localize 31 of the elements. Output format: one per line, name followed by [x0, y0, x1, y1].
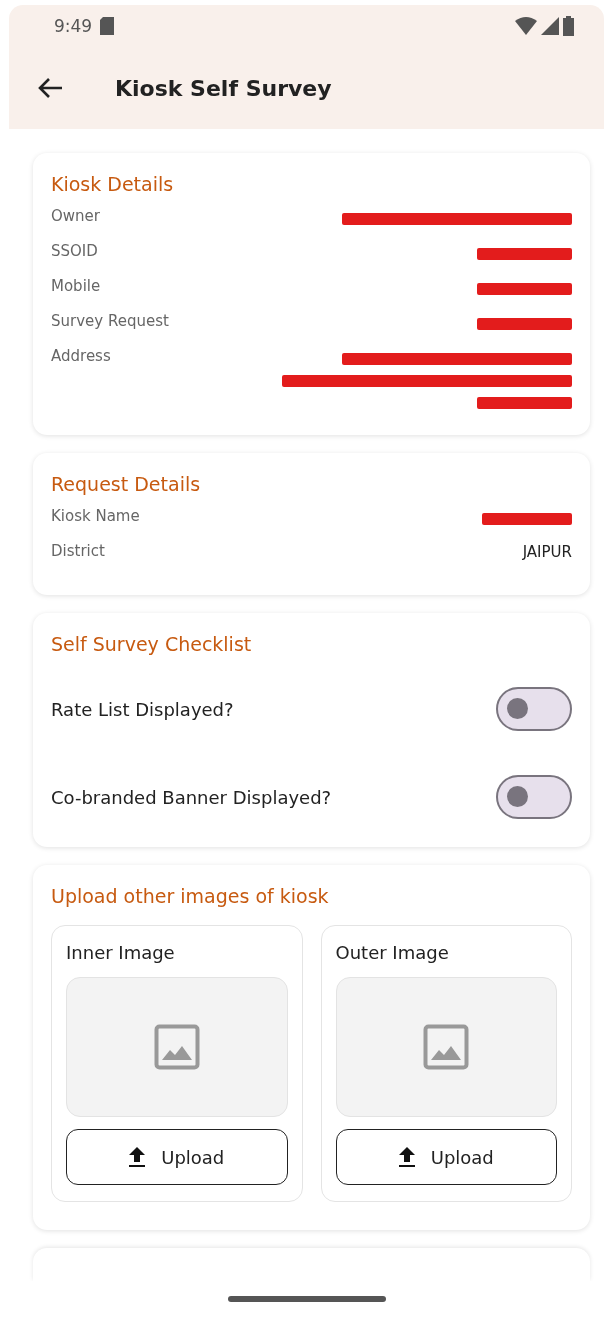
status-time: 9:49 — [54, 16, 93, 36]
field-label: SSOID — [51, 241, 98, 260]
checklist-label: Co-branded Banner Displayed? — [51, 786, 332, 808]
upload-icon — [398, 1147, 415, 1167]
sd-card-icon — [100, 17, 115, 35]
toggle-switch[interactable] — [496, 687, 572, 731]
image-placeholder-icon — [423, 1024, 470, 1070]
upload-icon — [129, 1147, 146, 1167]
wifi-icon — [515, 17, 537, 35]
signal-icon — [541, 17, 559, 35]
image-placeholder-icon — [153, 1024, 200, 1070]
toggle-switch[interactable] — [496, 775, 572, 819]
battery-icon — [563, 16, 574, 36]
upload-button[interactable]: Upload — [335, 1129, 557, 1185]
checklist-label: Rate List Displayed? — [51, 698, 234, 720]
field-value: JAIPUR — [522, 542, 572, 561]
section-title: Self Survey Checklist — [51, 633, 253, 655]
field-label: Kiosk Name — [51, 506, 140, 525]
back-button[interactable] — [37, 77, 63, 99]
field-label: Survey Request — [51, 311, 169, 330]
upload-button[interactable]: Upload — [66, 1129, 288, 1185]
section-title: Request Details — [51, 473, 202, 495]
image-label: Inner Image — [66, 942, 176, 963]
field-label: Mobile — [51, 276, 101, 295]
section-title: Kiosk Details — [51, 173, 175, 195]
field-label: Address — [51, 346, 111, 365]
field-label: Owner — [51, 206, 100, 225]
field-label: District — [51, 541, 105, 560]
screen-title: Kiosk Self Survey — [115, 75, 332, 101]
section-title: Upload other images of kiosk — [51, 885, 330, 907]
image-label: Outer Image — [335, 942, 450, 963]
